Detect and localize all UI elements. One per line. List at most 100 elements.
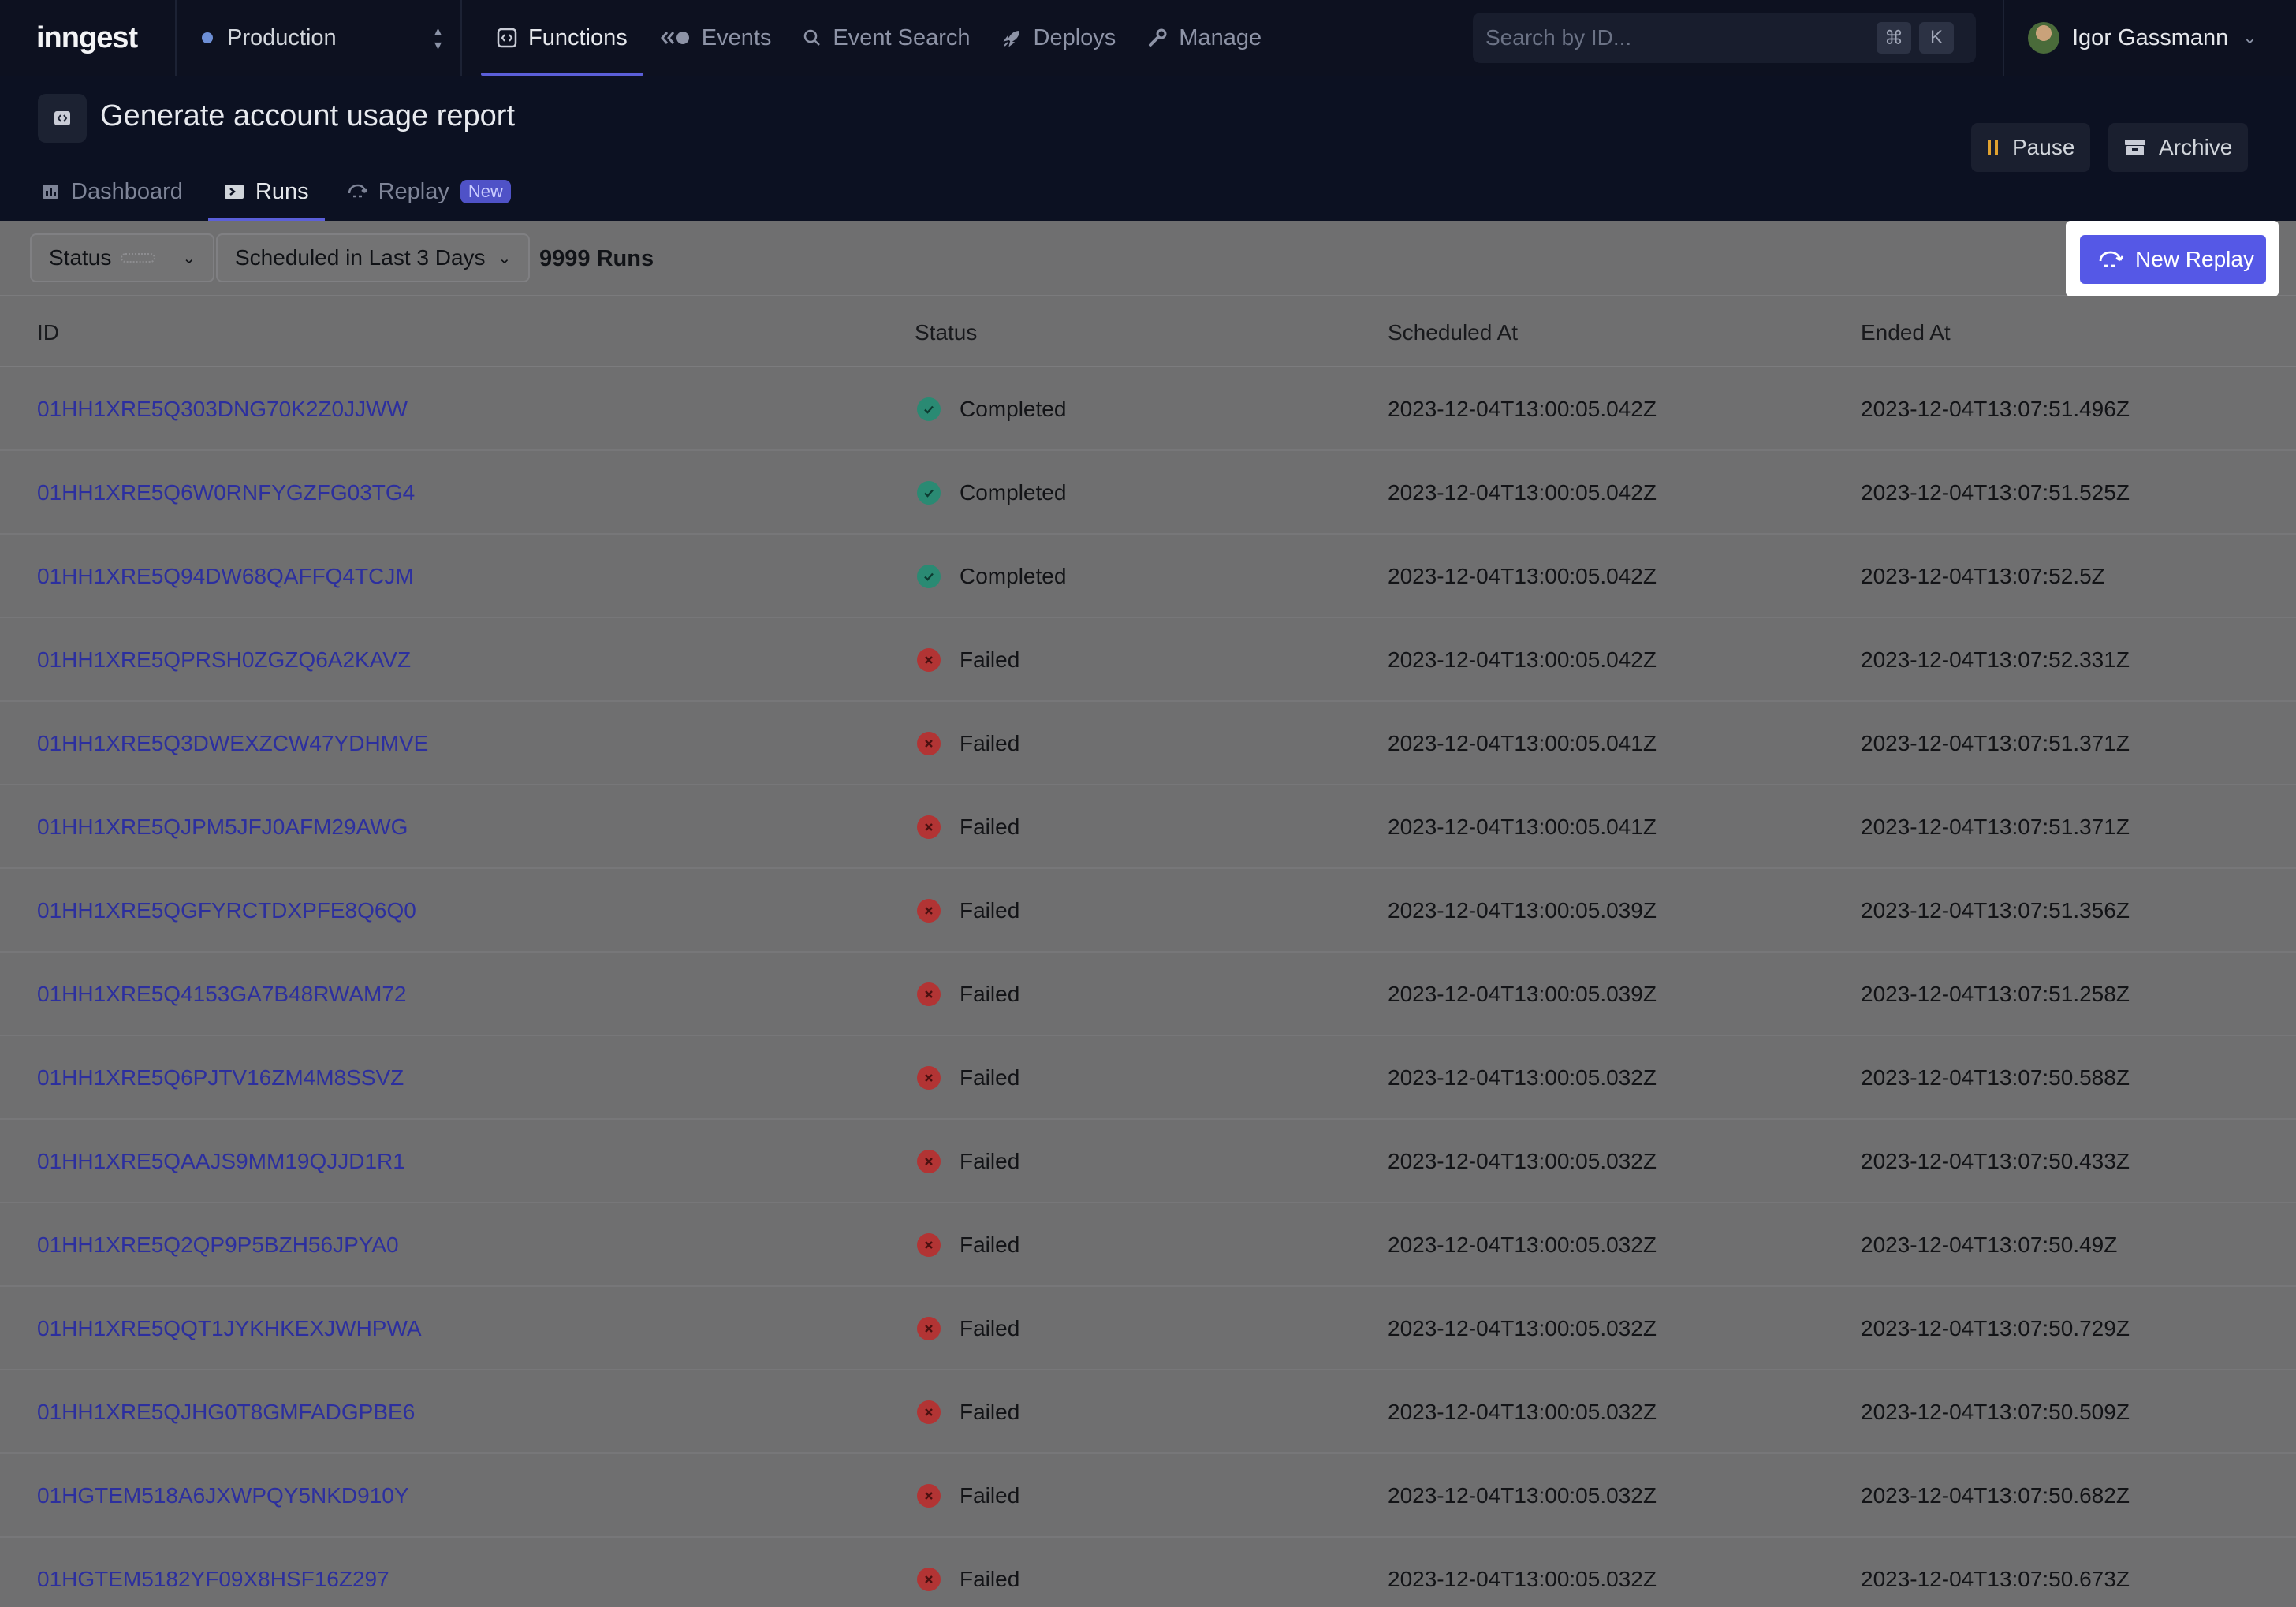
x-circle-icon	[917, 1484, 941, 1508]
run-ended-at: 2023-12-04T13:07:52.331Z	[1861, 647, 2130, 672]
runs-toolbar: Status ⌄ Scheduled in Last 3 Days ⌄ 9999…	[0, 221, 2296, 296]
table-row[interactable]: 01HH1XRE5QQT1JYKHKEXJWHPWA Failed 2023-12-…	[0, 1287, 2296, 1370]
replay-icon	[347, 182, 367, 201]
run-ended-at: 2023-12-04T13:07:50.433Z	[1861, 1149, 2130, 1173]
run-id-link[interactable]: 01HH1XRE5Q4153GA7B48RWAM72	[37, 982, 406, 1007]
run-status-label: Completed	[960, 480, 1067, 505]
run-id-link[interactable]: 01HH1XRE5Q6W0RNFYGZFG03TG4	[37, 480, 415, 505]
inngest-logo[interactable]: inngest	[0, 21, 175, 55]
pause-button[interactable]: Pause	[1971, 123, 2091, 172]
function-icon	[38, 94, 87, 143]
x-circle-icon	[917, 1400, 941, 1424]
nav-item-deploys[interactable]: Deploys	[986, 0, 1132, 76]
run-status: Failed	[917, 731, 1019, 756]
run-id-link[interactable]: 01HH1XRE5Q3DWEXZCW47YDHMVE	[37, 731, 428, 756]
column-header-id[interactable]: ID	[37, 320, 59, 345]
run-id-link[interactable]: 01HH1XRE5QGFYRCTDXPFE8Q6Q0	[37, 898, 416, 923]
run-status: Failed	[917, 1483, 1019, 1508]
command-key-icon: ⌘	[1877, 22, 1911, 54]
check-circle-icon	[917, 481, 941, 505]
run-id-link[interactable]: 01HGTEM518A6JXWPQY5NKD910Y	[37, 1483, 409, 1508]
run-id-link[interactable]: 01HGTEM5182YF09X8HSF16Z297	[37, 1567, 390, 1592]
environment-switcher[interactable]: Production ▴ ▾	[177, 0, 460, 76]
table-row[interactable]: 01HH1XRE5Q2QP9P5BZH56JPYA0 Failed 2023-12-…	[0, 1203, 2296, 1287]
nav-item-functions[interactable]: Functions	[481, 0, 643, 76]
tab-runs[interactable]: Runs	[207, 162, 325, 221]
tab-replay[interactable]: Replay New	[331, 162, 527, 221]
table-row[interactable]: 01HGTEM518A6JXWPQY5NKD910Y Failed 2023-12-…	[0, 1454, 2296, 1538]
run-ended-at: 2023-12-04T13:07:51.496Z	[1861, 397, 2130, 421]
run-scheduled-at: 2023-12-04T13:00:05.042Z	[1388, 647, 1657, 672]
nav-item-label: Deploys	[1033, 24, 1116, 50]
archive-button[interactable]: Archive	[2108, 123, 2249, 172]
table-row[interactable]: 01HGTEM5182YF09X8HSF16Z297 Failed 2023-12-…	[0, 1538, 2296, 1607]
nav-item-event-search[interactable]: Event Search	[787, 0, 986, 76]
table-row[interactable]: 01HH1XRE5QGFYRCTDXPFE8Q6Q0 Failed 2023-12-…	[0, 869, 2296, 953]
run-id-link[interactable]: 01HH1XRE5QQT1JYKHKEXJWHPWA	[37, 1316, 422, 1341]
run-scheduled-at: 2023-12-04T13:00:05.032Z	[1388, 1232, 1657, 1257]
run-status-label: Completed	[960, 564, 1067, 588]
table-row[interactable]: 01HH1XRE5QPRSH0ZGZQ6A2KAVZ Failed 2023-12-…	[0, 618, 2296, 702]
run-id-link[interactable]: 01HH1XRE5Q2QP9P5BZH56JPYA0	[37, 1232, 399, 1258]
run-ended-at: 2023-12-04T13:07:51.371Z	[1861, 731, 2130, 755]
table-row[interactable]: 01HH1XRE5Q303DNG70K2Z0JJWW Completed 2023-…	[0, 367, 2296, 451]
run-id-link[interactable]: 01HH1XRE5Q303DNG70K2Z0JJWW	[37, 397, 408, 422]
chevron-down-icon: ⌄	[498, 249, 512, 267]
column-header-status[interactable]: Status	[915, 320, 977, 345]
run-id-link[interactable]: 01HH1XRE5Q6PJTV16ZM4M8SSVZ	[37, 1065, 404, 1091]
run-id-link[interactable]: 01HH1XRE5QJPM5JFJ0AFM29AWG	[37, 815, 408, 840]
table-row[interactable]: 01HH1XRE5QAAJS9MM19QJJD1R1 Failed 2023-12-…	[0, 1120, 2296, 1203]
tab-dashboard[interactable]: Dashboard	[25, 162, 199, 221]
table-row[interactable]: 01HH1XRE5Q3DWEXZCW47YDHMVE Failed 2023-12-…	[0, 702, 2296, 785]
run-status-label: Failed	[960, 898, 1020, 923]
nav-item-events[interactable]: Events	[643, 0, 788, 76]
user-menu[interactable]: Igor Gassmann ⌄	[2028, 0, 2257, 76]
function-icon	[497, 28, 517, 48]
run-id-link[interactable]: 01HH1XRE5QPRSH0ZGZQ6A2KAVZ	[37, 647, 411, 673]
run-scheduled-at: 2023-12-04T13:00:05.042Z	[1388, 564, 1657, 588]
table-row[interactable]: 01HH1XRE5QJPM5JFJ0AFM29AWG Failed 2023-12-…	[0, 785, 2296, 869]
run-scheduled-at: 2023-12-04T13:00:05.041Z	[1388, 731, 1657, 755]
run-status: Failed	[917, 1149, 1019, 1174]
run-id-link[interactable]: 01HH1XRE5QJHG0T8GMFADGPBE6	[37, 1400, 415, 1425]
user-name: Igor Gassmann	[2072, 24, 2229, 50]
run-status-label: Failed	[960, 815, 1020, 839]
table-row[interactable]: 01HH1XRE5Q94DW68QAFFQ4TCJM Completed 2023-…	[0, 535, 2296, 618]
table-row[interactable]: 01HH1XRE5Q6W0RNFYGZFG03TG4 Completed 2023-…	[0, 451, 2296, 535]
table-row[interactable]: 01HH1XRE5Q4153GA7B48RWAM72 Failed 2023-12-…	[0, 953, 2296, 1036]
search-input[interactable]: Search by ID... ⌘ K	[1473, 13, 1976, 63]
chevron-up-down-icon: ▴ ▾	[434, 23, 442, 53]
x-circle-icon	[917, 1568, 941, 1591]
runs-count: 9999 Runs	[539, 246, 654, 271]
pause-icon	[1987, 139, 2000, 156]
nav-item-manage[interactable]: Manage	[1131, 0, 1277, 76]
table-row[interactable]: 01HH1XRE5QJHG0T8GMFADGPBE6 Failed 2023-12-…	[0, 1370, 2296, 1454]
run-status-label: Failed	[960, 731, 1020, 755]
status-filter-button[interactable]: Status ⌄	[30, 233, 215, 282]
chevron-down-icon: ⌄	[182, 249, 196, 267]
run-id-link[interactable]: 01HH1XRE5Q94DW68QAFFQ4TCJM	[37, 564, 414, 589]
tab-label: Runs	[255, 178, 309, 204]
archive-icon	[2124, 138, 2146, 157]
run-id-link[interactable]: 01HH1XRE5QAAJS9MM19QJJD1R1	[37, 1149, 405, 1174]
pause-label: Pause	[2012, 135, 2075, 159]
chevron-down-icon: ⌄	[2242, 28, 2257, 47]
run-status: Failed	[917, 898, 1019, 923]
table-row[interactable]: 01HH1XRE5Q6PJTV16ZM4M8SSVZ Failed 2023-12-…	[0, 1036, 2296, 1120]
nav-item-label: Event Search	[833, 24, 971, 50]
time-filter-button[interactable]: Scheduled in Last 3 Days ⌄	[216, 233, 531, 282]
table-header: ID Status Scheduled At Ended At	[0, 296, 2296, 367]
environment-name: Production	[227, 24, 337, 50]
column-header-scheduled-at[interactable]: Scheduled At	[1388, 320, 1518, 345]
run-status: Failed	[917, 647, 1019, 673]
run-ended-at: 2023-12-04T13:07:50.588Z	[1861, 1065, 2130, 1090]
function-tabs: Dashboard Runs Replay New	[0, 162, 527, 221]
column-header-ended-at[interactable]: Ended At	[1861, 320, 1951, 345]
run-status-label: Failed	[960, 982, 1020, 1006]
x-circle-icon	[917, 1317, 941, 1340]
new-replay-button[interactable]: New Replay	[2080, 235, 2266, 284]
new-badge: New	[460, 180, 511, 203]
archive-label: Archive	[2159, 135, 2233, 159]
run-scheduled-at: 2023-12-04T13:00:05.032Z	[1388, 1567, 1657, 1591]
run-scheduled-at: 2023-12-04T13:00:05.039Z	[1388, 898, 1657, 923]
